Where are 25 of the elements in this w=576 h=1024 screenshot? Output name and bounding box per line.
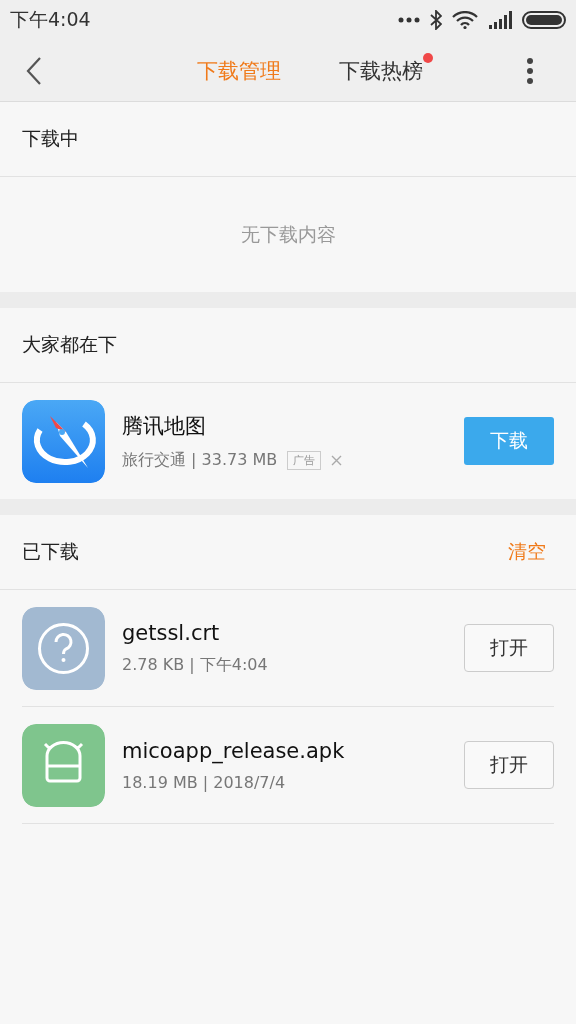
ad-label: 广告 (287, 450, 322, 470)
open-button[interactable]: 打开 (464, 624, 554, 672)
bluetooth-icon (430, 10, 442, 30)
compass-app-icon (22, 399, 105, 483)
section-title: 大家都在下 (22, 332, 117, 357)
section-title: 下载中 (22, 126, 79, 151)
file-details: 2.78 KB | 下午4:04 (122, 654, 269, 676)
file-name: getssl.crt (122, 620, 221, 645)
android-icon (22, 723, 105, 807)
signal-icon (488, 11, 512, 29)
status-time: 下午4:04 (10, 7, 91, 32)
open-button[interactable]: 打开 (464, 741, 554, 789)
file-details: 18.19 MB | 2018/7/4 (122, 772, 287, 792)
file-name: micoapp_release.apk (122, 738, 346, 763)
overflow-menu-icon[interactable] (526, 57, 534, 84)
wifi-icon (452, 11, 478, 29)
more-dots-icon (398, 17, 420, 23)
battery-icon (522, 11, 566, 29)
question-mark-icon (22, 606, 105, 690)
app-name: 腾讯地图 (122, 412, 207, 440)
tab[interactable]: 下载热榜 (339, 52, 433, 89)
section-title: 已下载 (22, 539, 79, 564)
back-icon[interactable] (24, 55, 44, 86)
empty-message: 无下载内容 (240, 221, 336, 247)
app-details: 旅行交通 | 33.73 MB (122, 449, 278, 471)
